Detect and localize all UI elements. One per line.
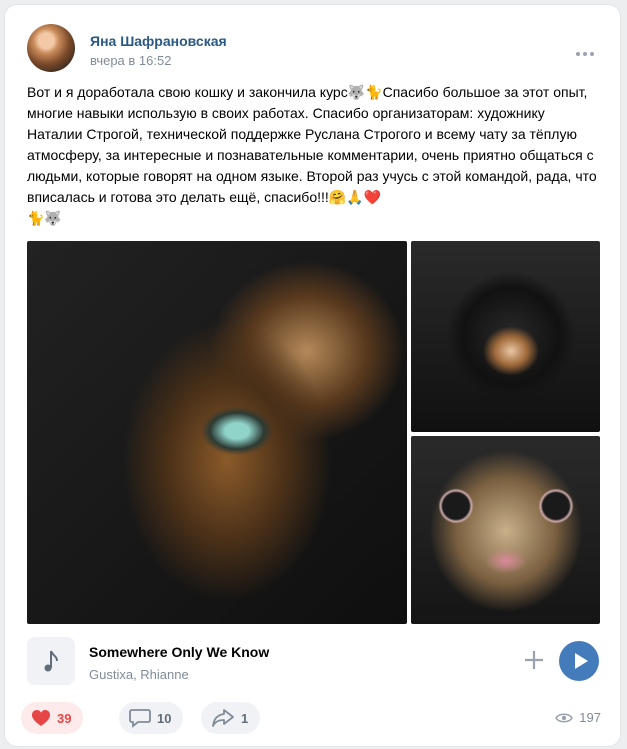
eye-icon (555, 713, 574, 722)
share-icon (212, 709, 234, 727)
play-icon[interactable] (559, 641, 599, 681)
photo-dog[interactable] (411, 241, 600, 432)
audio-artist[interactable]: Gustixa, Rhianne (89, 667, 189, 682)
comment-count: 10 (157, 710, 172, 726)
post-time[interactable]: вчера в 16:52 (90, 53, 171, 68)
author-name[interactable]: Яна Шафрановская (90, 33, 227, 49)
photo-cat[interactable] (27, 241, 407, 624)
avatar[interactable] (27, 24, 75, 72)
heart-icon (32, 710, 50, 726)
views-counter: 197 (555, 710, 601, 725)
plus-icon[interactable] (521, 647, 547, 673)
views-count: 197 (579, 710, 601, 725)
photo-grid (27, 241, 600, 624)
audio-attachment: Somewhere Only We Know Gustixa, Rhianne (27, 637, 600, 689)
comment-button[interactable]: 10 (119, 702, 184, 734)
more-horizontal-icon[interactable] (576, 43, 598, 56)
photo-pug[interactable] (411, 436, 600, 624)
like-button[interactable]: 39 (21, 702, 84, 734)
post-card: Яна Шафрановская вчера в 16:52 Вот и я д… (5, 5, 620, 746)
post-text: Вот и я доработала свою кошку и закончил… (27, 84, 597, 226)
share-button[interactable]: 1 (201, 702, 261, 734)
audio-title[interactable]: Somewhere Only We Know (89, 644, 269, 660)
post-actions: 39 10 1 197 (21, 702, 611, 738)
music-note-icon (27, 637, 75, 685)
like-count: 39 (57, 710, 72, 726)
share-count: 1 (241, 710, 249, 726)
comment-icon (129, 709, 151, 728)
